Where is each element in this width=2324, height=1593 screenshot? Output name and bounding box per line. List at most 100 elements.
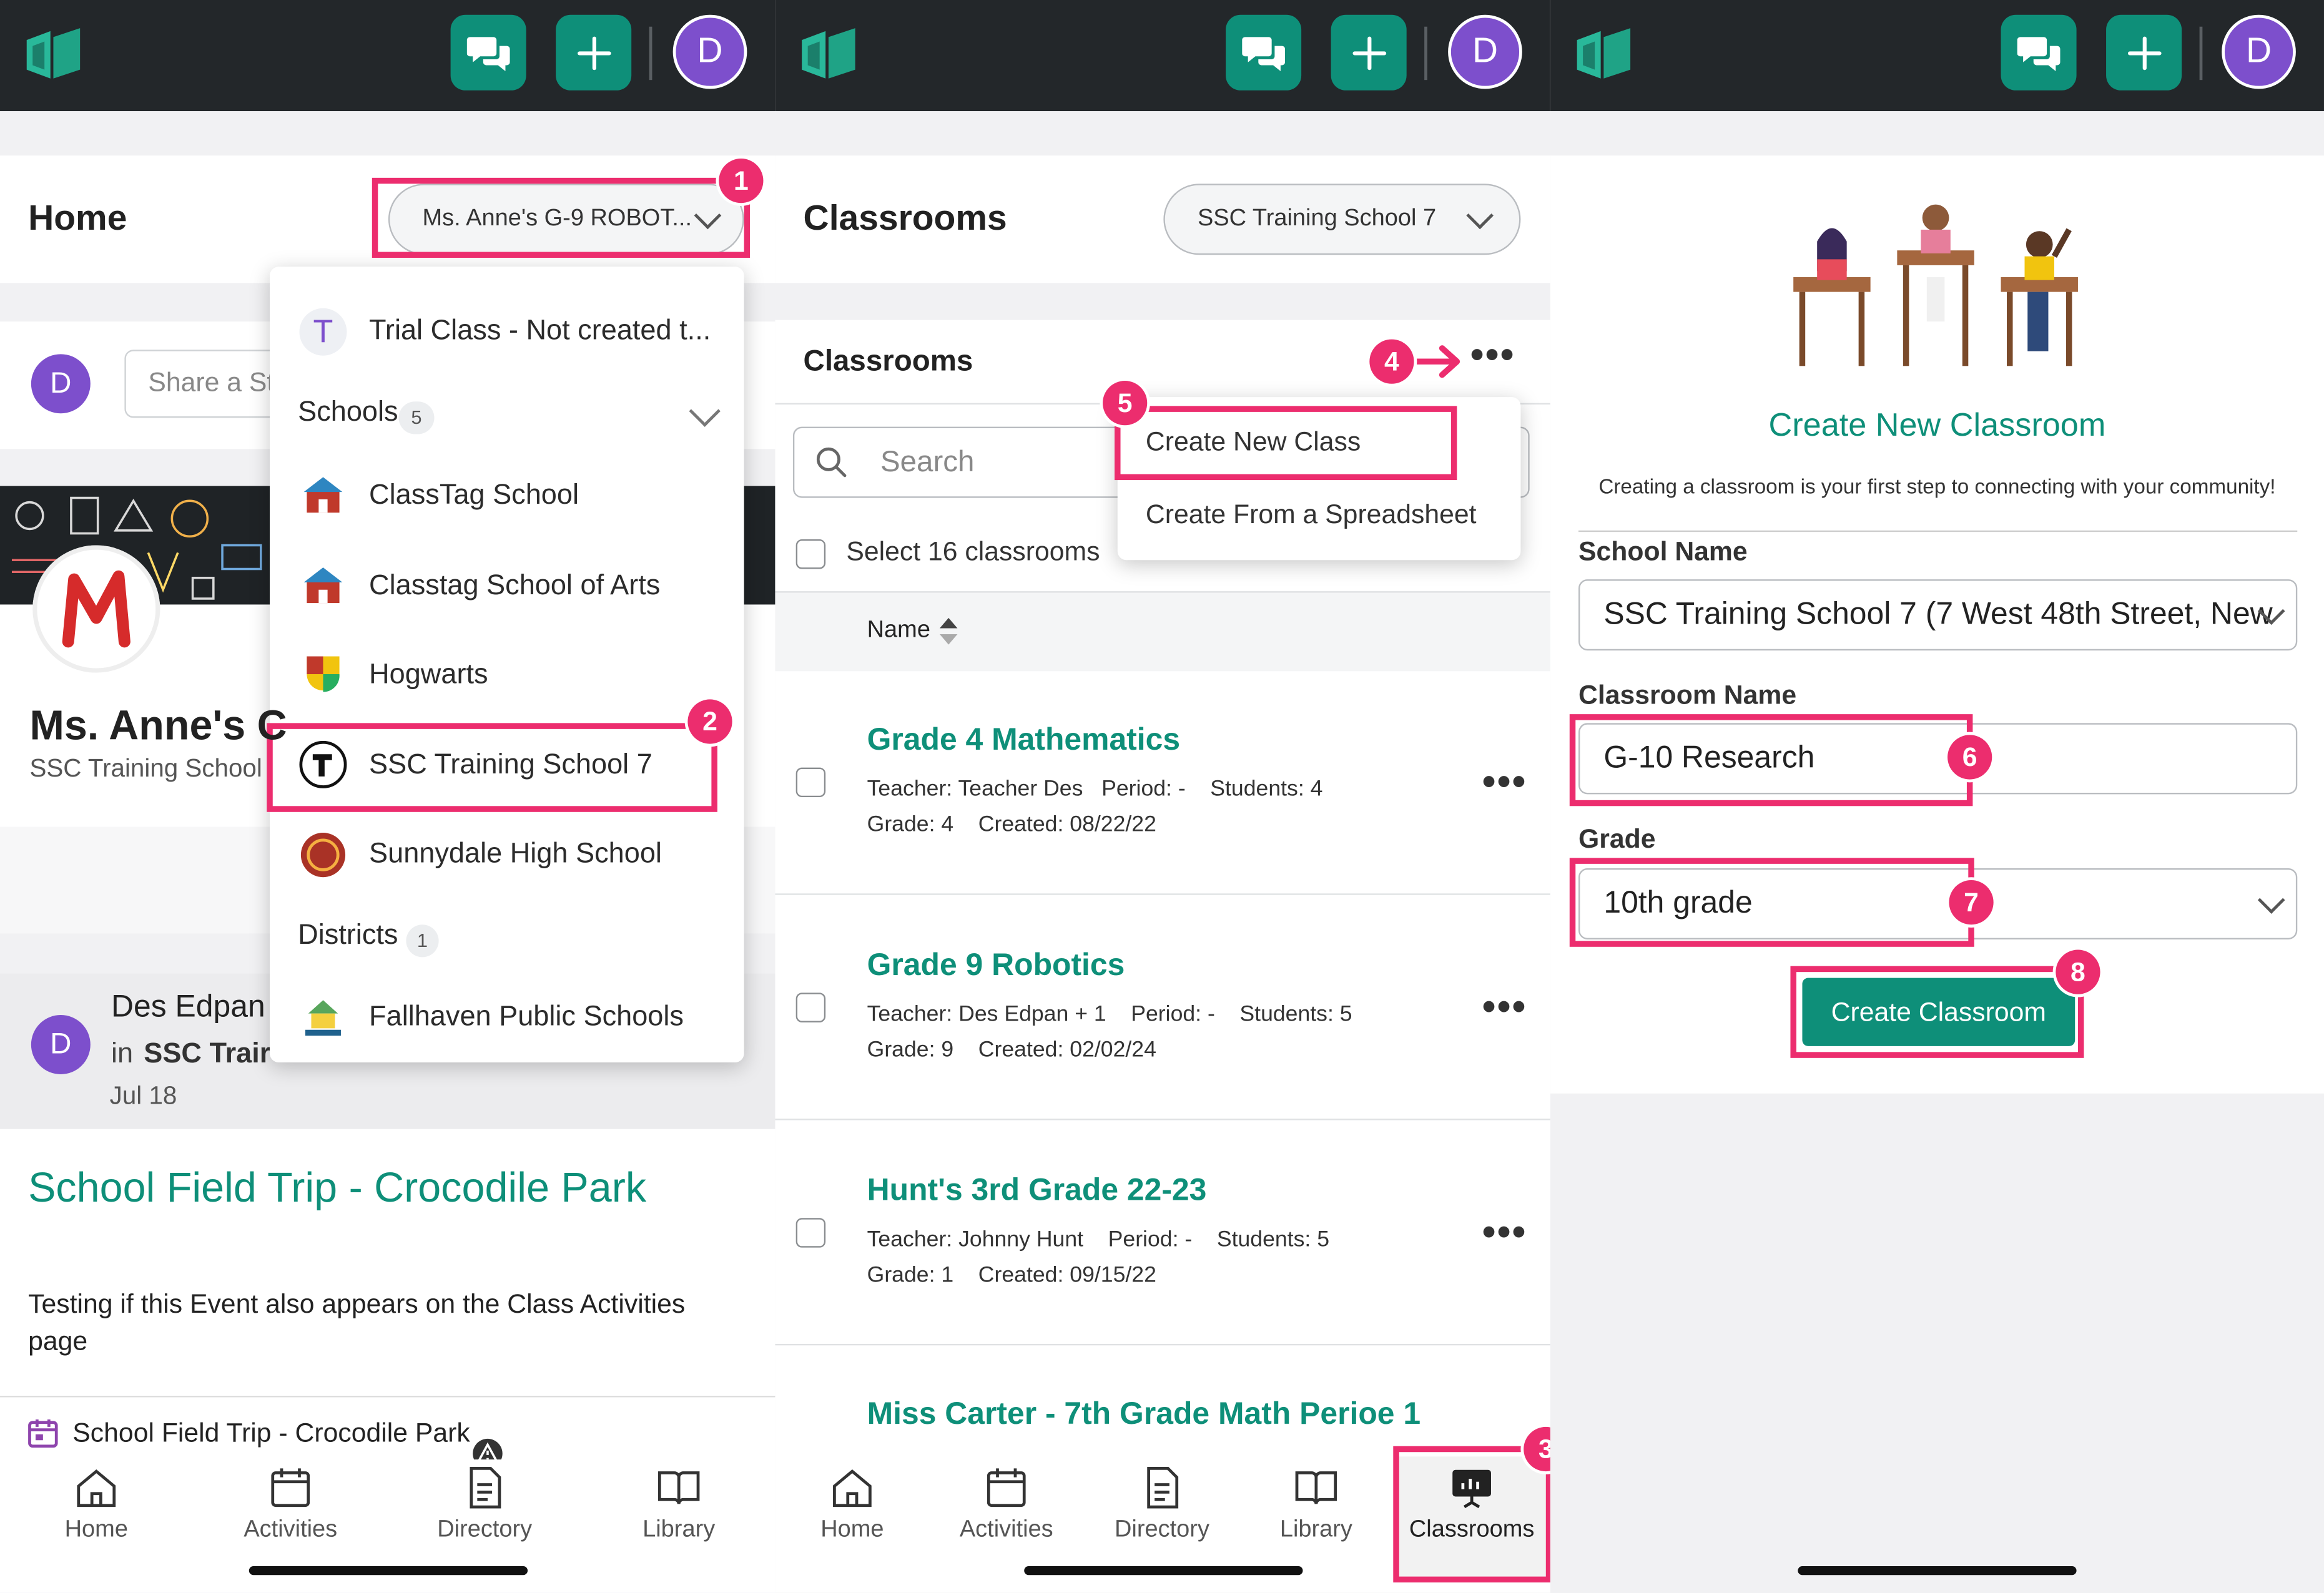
grade-value: 4: [941, 811, 954, 838]
class-logo-front: [32, 545, 160, 673]
school-name-select[interactable]: SSC Training School 7 (7 West 48th Stree…: [1578, 579, 2298, 651]
name-column-header[interactable]: Name: [867, 618, 930, 645]
calendar-icon: [28, 1419, 58, 1448]
dropdown-item-trial-class[interactable]: Trial Class - Not created t...: [369, 316, 711, 348]
add-button[interactable]: [2106, 14, 2182, 91]
school-name-value: SSC Training School 7 (7 West 48th Stree…: [1603, 597, 2273, 632]
nav-library[interactable]: Library: [604, 1467, 752, 1544]
user-avatar[interactable]: D: [672, 14, 747, 89]
calendar-icon: [987, 1468, 1026, 1507]
class-name[interactable]: Grade 4 Mathematics: [867, 723, 1180, 758]
home-screen: D Home Ms. Anne's G-9 ROBOT... D Share a…: [0, 0, 775, 1593]
districts-count: 1: [406, 924, 439, 958]
nav-library[interactable]: Library: [1242, 1467, 1390, 1544]
grade-label: Grade:: [867, 1262, 935, 1288]
more-options-icon[interactable]: •••: [1470, 332, 1515, 378]
nav-home[interactable]: Home: [22, 1467, 170, 1544]
messages-button[interactable]: [450, 14, 526, 91]
nav-directory[interactable]: Directory: [411, 1466, 559, 1544]
class-meta-2: Grade: 9 Created: 02/02/24: [867, 1037, 1156, 1062]
post-school[interactable]: SSC Trair: [144, 1039, 270, 1071]
class-name[interactable]: Grade 9 Robotics: [867, 948, 1125, 984]
row-checkbox[interactable]: [795, 993, 826, 1022]
students-label: Students:: [1216, 1227, 1311, 1252]
search-placeholder: Search: [880, 446, 975, 479]
teacher-value: Des Edpan + 1: [958, 1001, 1106, 1027]
home-indicator: [1024, 1566, 1303, 1576]
select-all-checkbox[interactable]: [795, 539, 826, 569]
messages-button[interactable]: [1226, 14, 1302, 91]
plus-icon: [1352, 36, 1386, 70]
user-avatar[interactable]: D: [1448, 14, 1522, 89]
messages-button[interactable]: [2001, 14, 2077, 91]
step-marker: 4: [1369, 339, 1414, 384]
class-meta: Teacher: Teacher Des Period: - Students:…: [867, 777, 1323, 801]
classtag-logo: [802, 28, 855, 79]
dropdown-item-school[interactable]: Sunnydale High School: [369, 839, 662, 871]
nav-directory[interactable]: Directory: [1088, 1466, 1236, 1544]
search-icon: [816, 447, 847, 478]
nav-activities-label: Activities: [959, 1517, 1053, 1543]
chevron-down-icon: [1466, 202, 1494, 230]
post-in-label: in: [111, 1038, 134, 1070]
chevron-down-icon[interactable]: [689, 395, 721, 427]
dropdown-item-school[interactable]: Classtag School of Arts: [369, 571, 660, 603]
event-label[interactable]: School Field Trip - Crocodile Park: [72, 1418, 470, 1449]
create-classroom-screen: D Create New Classroom Creating a classr…: [1550, 0, 2324, 1593]
districts-header: Districts: [298, 920, 398, 951]
row-checkbox[interactable]: [795, 767, 826, 798]
composer-avatar: D: [31, 354, 91, 414]
form-heading: Create New Classroom: [1768, 406, 2106, 443]
classrooms-screen: D Classrooms SSC Training School 7 Class…: [775, 0, 1550, 1593]
step-marker: 1: [719, 158, 764, 203]
chat-bubbles-icon: [1241, 36, 1284, 71]
teacher-value: Johnny Hunt: [958, 1227, 1084, 1252]
school-selector[interactable]: SSC Training School 7: [1163, 184, 1521, 255]
grade-value: 1: [941, 1262, 954, 1288]
sort-icon[interactable]: [938, 615, 959, 647]
class-name[interactable]: Hunt's 3rd Grade 22-23: [867, 1174, 1207, 1209]
classroom-students-illustration-icon: [1793, 204, 2078, 366]
dropdown-item-school[interactable]: Hogwarts: [369, 659, 488, 692]
book-icon: [1295, 1471, 1337, 1504]
crest-icon: [307, 656, 340, 692]
post-author-avatar: D: [31, 1014, 91, 1074]
class-name[interactable]: Miss Carter - 7th Grade Math Perioe 1: [867, 1397, 1420, 1433]
step-highlight: [1393, 1446, 1550, 1583]
add-button[interactable]: [1331, 14, 1407, 91]
row-checkbox[interactable]: [795, 1218, 826, 1248]
period-value: -: [1178, 776, 1186, 802]
post-title[interactable]: School Field Trip - Crocodile Park: [28, 1165, 646, 1212]
schools-count: 5: [398, 401, 435, 434]
students-value: 5: [1317, 1227, 1330, 1252]
row-more-icon[interactable]: •••: [1482, 984, 1527, 1030]
class-meta-2: Grade: 4 Created: 08/22/22: [867, 812, 1156, 837]
nav-activities[interactable]: Activities: [217, 1467, 365, 1544]
dropdown-item-school[interactable]: ClassTag School: [369, 480, 579, 512]
district-logo-icon: [305, 1000, 341, 1036]
menu-create-from-spreadsheet[interactable]: Create From a Spreadsheet: [1146, 499, 1477, 531]
dropdown-item-district[interactable]: Fallhaven Public Schools: [369, 1002, 684, 1034]
page-title: Classrooms: [803, 199, 1007, 239]
add-button[interactable]: [556, 14, 632, 91]
top-divider: [649, 26, 652, 81]
arrow-right-icon: [1412, 345, 1460, 378]
nav-activities[interactable]: Activities: [932, 1467, 1080, 1544]
post-author[interactable]: Des Edpan: [111, 990, 265, 1026]
divider: [1578, 530, 2298, 532]
row-more-icon[interactable]: •••: [1482, 758, 1527, 805]
nav-home[interactable]: Home: [778, 1467, 926, 1544]
schools-header: Schools: [298, 397, 398, 429]
school-selector-value: SSC Training School 7: [1197, 205, 1437, 232]
school-name-label: School Name: [1578, 536, 1748, 566]
classtag-logo: [26, 28, 81, 79]
letter-m-icon: [62, 570, 130, 648]
class-dropdown: T Trial Class - Not created t... Schools…: [270, 267, 744, 1062]
user-avatar[interactable]: D: [2222, 14, 2296, 89]
step-highlight: [267, 723, 717, 812]
row-more-icon[interactable]: •••: [1482, 1209, 1527, 1255]
step-highlight: [1569, 858, 1974, 947]
period-value: -: [1184, 1227, 1193, 1252]
chat-bubbles-icon: [466, 36, 510, 71]
nav-directory-label: Directory: [437, 1517, 533, 1543]
